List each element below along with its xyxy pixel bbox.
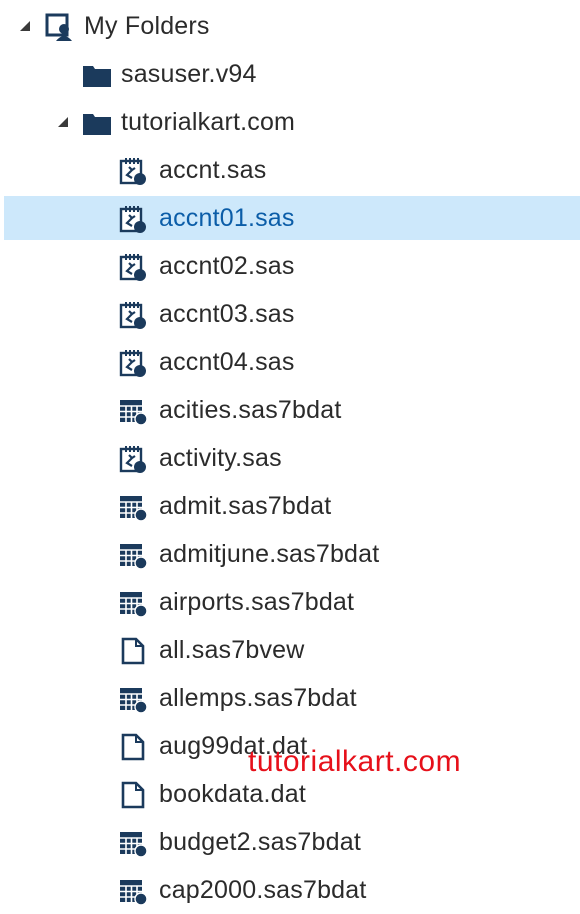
my-folders-icon [45,13,72,41]
tree-node-label: allemps.sas7bdat [159,683,357,712]
tree-node-label: admitjune.sas7bdat [159,539,380,568]
tree-node-file[interactable]: activity.sas [0,434,580,482]
tree-node-my-folders[interactable]: My Folders [0,2,580,50]
tree-node-label: airports.sas7bdat [159,587,355,616]
sas-dataset-icon [120,496,148,522]
folder-icon [83,114,111,135]
tree-node-label: accnt01.sas [159,203,295,232]
sas-dataset-icon [120,400,148,426]
sas-dataset-icon [120,544,148,570]
tree-node-file[interactable]: admitjune.sas7bdat [0,530,580,578]
tree-node-file[interactable]: cap2000.sas7bdat [0,866,580,914]
tree-node-file[interactable]: all.sas7bvew [0,626,580,674]
sas-program-icon [119,350,146,377]
sas-program-icon [119,446,146,473]
tree-node-label: activity.sas [159,443,282,472]
tree-node-label: all.sas7bvew [159,635,305,664]
file-icon [121,637,145,665]
tree-node-file[interactable]: admit.sas7bdat [0,482,580,530]
file-icon [121,733,145,761]
tree-node-file[interactable]: accnt02.sas [0,242,580,290]
tree-node-label: acities.sas7bdat [159,395,342,424]
tree-node-file[interactable]: accnt.sas [0,146,580,194]
tree-node-folder[interactable]: sasuser.v94 [0,50,580,98]
sas-program-icon [119,302,146,329]
watermark-text: tutorialkart.com [248,745,462,778]
tree-node-folder[interactable]: tutorialkart.com [0,98,580,146]
tree-node-file-selected[interactable]: accnt01.sas [0,194,580,242]
tree-node-label: bookdata.dat [159,779,306,808]
tree-node-label: sasuser.v94 [121,59,257,88]
tree-node-label: accnt.sas [159,155,267,184]
tree-node-file[interactable]: accnt04.sas [0,338,580,386]
tree-node-label: budget2.sas7bdat [159,827,361,856]
tree-node-file[interactable]: accnt03.sas [0,290,580,338]
tree-node-label: accnt04.sas [159,347,295,376]
folder-icon [83,66,111,87]
tree-node-label: cap2000.sas7bdat [159,875,367,904]
tree-node-label: My Folders [84,11,210,40]
sas-program-icon [119,206,146,233]
tree-node-file[interactable]: allemps.sas7bdat [0,674,580,722]
sas-dataset-icon [120,688,148,714]
sas-program-icon [119,254,146,281]
sas-dataset-icon [120,832,148,858]
sas-dataset-icon [120,592,148,618]
tree-node-file[interactable]: airports.sas7bdat [0,578,580,626]
tree-node-label: accnt02.sas [159,251,295,280]
sas-program-icon [119,158,146,185]
tree-node-label: accnt03.sas [159,299,295,328]
file-icon [121,781,145,809]
tree-node-file[interactable]: budget2.sas7bdat [0,818,580,866]
tree-node-label: tutorialkart.com [121,107,296,136]
expanded-triangle-icon[interactable] [18,19,32,33]
tree-node-label: admit.sas7bdat [159,491,332,520]
tree-node-file[interactable]: acities.sas7bdat [0,386,580,434]
sas-dataset-icon [120,880,148,906]
expanded-triangle-icon[interactable] [56,115,70,129]
